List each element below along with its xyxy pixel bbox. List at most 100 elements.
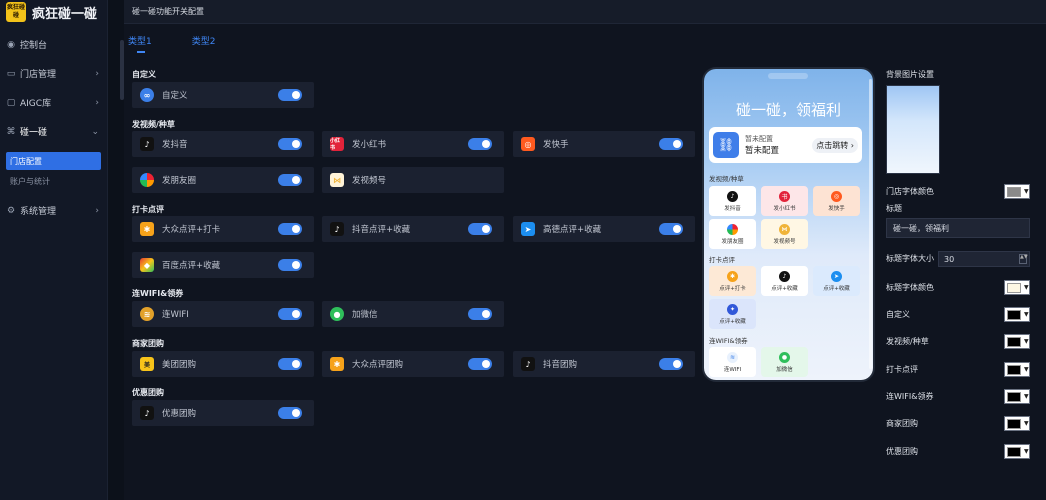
phone-tile-kuaishou[interactable]: ◎ 发快手 — [813, 186, 860, 216]
feature-toggle[interactable] — [278, 407, 302, 419]
phone-tile-douyin-review[interactable]: ♪ 点评+收藏 — [761, 266, 808, 296]
row-color-label-merchant: 商家团购 — [886, 419, 918, 428]
phone-section-title: 发视频/种草 — [709, 175, 744, 183]
phone-tile-channels[interactable]: ⋈ 发视频号 — [761, 219, 808, 249]
feature-card-kuaishou: ◎ 发快手 — [513, 131, 695, 157]
chevron-right-icon: › — [95, 97, 99, 108]
feature-label: 大众点评团购 — [352, 360, 404, 370]
feature-toggle[interactable] — [659, 358, 683, 370]
feature-label: 发抖音 — [162, 140, 188, 150]
feature-toggle[interactable] — [468, 223, 492, 235]
baidu-map-icon: ◆ — [140, 258, 154, 272]
sidebar-item-system[interactable]: ⚙ 系统管理 › — [0, 196, 107, 225]
phone-tile-baidu[interactable]: ✦ 点评+收藏 — [709, 299, 756, 329]
phone-scrollbar[interactable] — [869, 79, 872, 369]
title-size-stepper[interactable]: 30 ▲▼ — [938, 251, 1030, 267]
sidebar-item-label: 控制台 — [20, 41, 48, 51]
feature-card-meituan: 美 美团团购 — [132, 351, 314, 377]
feature-card-dianping-checkin: ✱ 大众点评+打卡 — [132, 216, 314, 242]
store-font-color-picker[interactable]: ▼ — [1004, 184, 1030, 199]
kuaishou-icon: ◎ — [831, 190, 842, 202]
sidebar-item-label: 门店管理 — [20, 70, 57, 80]
phone-tile-amap[interactable]: ➤ 点评+收藏 — [813, 266, 860, 296]
feature-toggle[interactable] — [468, 138, 492, 150]
scrollbar[interactable] — [120, 40, 124, 100]
title-input[interactable]: 碰一碰，领福利 — [886, 218, 1030, 238]
phone-tile-douyin[interactable]: ♪ 发抖音 — [709, 186, 756, 216]
chevron-right-icon: › — [95, 205, 99, 216]
feature-toggle[interactable] — [468, 358, 492, 370]
feature-toggle[interactable] — [278, 223, 302, 235]
feature-card-baidu-review: ◆ 百度点评+收藏 — [132, 252, 314, 278]
chevron-down-icon: ▼ — [1024, 338, 1029, 345]
douyin-icon: ♪ — [779, 270, 790, 282]
type-tabs: 类型1 类型2 — [128, 34, 215, 53]
feature-card-wechat: ● 加微信 — [322, 301, 504, 327]
row-color-picker-discount[interactable]: ▼ — [1004, 444, 1030, 459]
phone-notch — [768, 73, 808, 79]
feature-toggle[interactable] — [468, 308, 492, 320]
brand: 疯狂碰碰 疯狂碰一碰 — [0, 0, 107, 24]
feature-toggle[interactable] — [278, 89, 302, 101]
sidebar-item-store[interactable]: ▭ 门店管理 › — [0, 59, 107, 88]
row-color-label-video: 发视频/种草 — [886, 337, 929, 346]
douyin-icon: ♪ — [140, 406, 154, 420]
feature-label: 发视频号 — [352, 176, 387, 186]
sidebar-item-aigc[interactable]: ▢ AIGC库 › — [0, 88, 107, 117]
feature-toggle[interactable] — [278, 138, 302, 150]
title-font-color-picker[interactable]: ▼ — [1004, 280, 1030, 295]
store-font-color-label: 门店字体颜色 — [886, 187, 934, 196]
phone-tile-moments[interactable]: 发朋友圈 — [709, 219, 756, 249]
feature-label: 高德点评+收藏 — [543, 225, 602, 235]
chevron-right-icon: › — [95, 68, 99, 79]
tab-type2[interactable]: 类型2 — [192, 34, 216, 53]
dianping-icon: ✱ — [140, 222, 154, 236]
feature-label: 美团团购 — [162, 360, 197, 370]
feature-label: 大众点评+打卡 — [162, 225, 221, 235]
meituan-icon: 美 — [140, 357, 154, 371]
phone-tile-xiaohongshu[interactable]: 书发小红书 — [761, 186, 808, 216]
phone-tile-label: 连WIFI — [723, 366, 742, 373]
row-color-picker-checkin[interactable]: ▼ — [1004, 362, 1030, 377]
phone-tile-wifi[interactable]: ≋ 连WIFI — [709, 347, 756, 377]
phone-section-title: 打卡点评 — [709, 256, 735, 264]
color-swatch — [1007, 282, 1021, 293]
feature-toggle[interactable] — [659, 138, 683, 150]
sidebar-item-tap[interactable]: ⌘ 碰一碰 ⌄ — [0, 117, 107, 146]
feature-toggle[interactable] — [278, 358, 302, 370]
feature-toggle[interactable] — [659, 223, 683, 235]
bg-image-label: 背景图片设置 — [886, 70, 934, 79]
feature-toggle[interactable] — [278, 308, 302, 320]
feature-toggle[interactable] — [278, 174, 302, 186]
section-title-custom: 自定义 — [132, 70, 156, 79]
phone-jump-button[interactable]: 点击跳转 › — [812, 137, 858, 153]
chevron-down-icon: ▼ — [1024, 420, 1029, 427]
bg-image-preview[interactable] — [886, 85, 940, 174]
brand-name: 疯狂碰一碰 — [32, 6, 98, 22]
phone-custom-card[interactable]: ⛓ 暂未配置 暂未配置 点击跳转 › — [709, 127, 862, 163]
phone-tile-label: 发朋友圈 — [721, 238, 744, 245]
row-color-label-custom: 自定义 — [886, 310, 910, 319]
sidebar-subitem-account-stats[interactable]: 账户与统计 — [6, 172, 101, 190]
phone-title: 碰一碰，领福利 — [735, 101, 841, 119]
phone-tile-label: 发抖音 — [724, 205, 741, 212]
row-color-picker-custom[interactable]: ▼ — [1004, 307, 1030, 322]
color-swatch — [1007, 186, 1021, 197]
phone-tile-label: 点评+收藏 — [771, 285, 798, 292]
tab-type1[interactable]: 类型1 — [128, 34, 152, 53]
link-icon: ⛓ — [713, 132, 739, 158]
douyin-icon: ♪ — [521, 357, 535, 371]
channels-icon: ⋈ — [779, 223, 790, 235]
row-color-picker-video[interactable]: ▼ — [1004, 334, 1030, 349]
phone-tile-dianping[interactable]: ✱ 点评+打卡 — [709, 266, 756, 296]
sidebar-item-dashboard[interactable]: ◉ 控制台 — [0, 30, 107, 59]
row-color-picker-wifi[interactable]: ▼ — [1004, 389, 1030, 404]
phone-tile-wechat[interactable]: ● 加微信 — [761, 347, 808, 377]
stepper-arrows-icon[interactable]: ▲▼ — [1019, 254, 1028, 264]
feature-label: 自定义 — [162, 91, 188, 101]
feature-toggle[interactable] — [278, 259, 302, 271]
sidebar-subitem-store-config[interactable]: 门店配置 — [6, 152, 101, 170]
row-color-picker-merchant[interactable]: ▼ — [1004, 416, 1030, 431]
moments-icon — [140, 173, 154, 187]
section-title-wifi: 连WIFI&领券 — [132, 289, 184, 298]
